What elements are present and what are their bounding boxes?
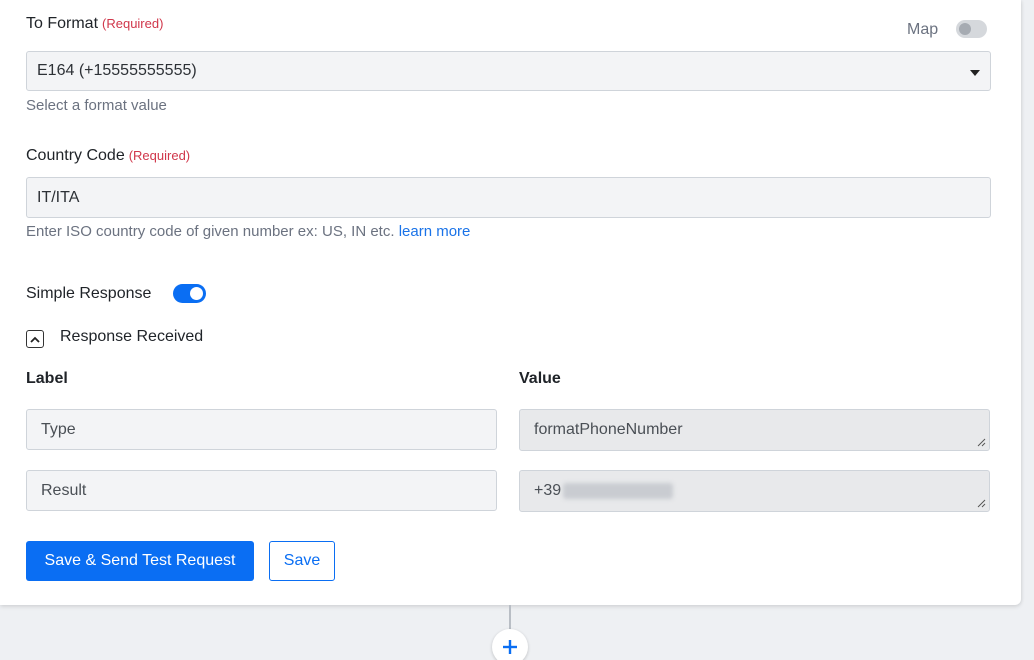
response-value-text: +39 (534, 482, 562, 499)
resize-handle-icon[interactable] (976, 498, 986, 508)
response-received-title: Response Received (60, 328, 204, 345)
map-label: Map (907, 21, 939, 38)
response-value-field[interactable]: formatPhoneNumber (519, 409, 990, 451)
to-format-help: Select a format value (26, 97, 167, 114)
to-format-label-row: To Format (Required) (26, 15, 163, 33)
country-code-help-text: Enter ISO country code of given number e… (26, 223, 395, 240)
country-code-input[interactable]: IT/ITA (26, 177, 991, 218)
country-code-label-row: Country Code (Required) (26, 147, 190, 165)
save-button[interactable]: Save (269, 541, 335, 581)
response-value-field[interactable]: +39 (519, 470, 990, 512)
response-label-field: Type (26, 409, 497, 450)
plus-icon (503, 640, 517, 654)
response-label-field: Result (26, 470, 497, 511)
response-label-text: Type (41, 420, 76, 438)
to-format-label: To Format (26, 15, 99, 32)
simple-response-toggle[interactable] (173, 284, 206, 303)
step-config-card: To Format (Required) Map E164 (+155555555… (0, 0, 1021, 605)
add-step-button[interactable] (492, 629, 528, 660)
country-code-label: Country Code (26, 147, 125, 164)
simple-response-label: Simple Response (26, 285, 152, 302)
learn-more-link[interactable]: learn more (399, 223, 471, 240)
chevron-down-icon (970, 70, 980, 76)
response-label-text: Result (41, 481, 87, 499)
label-column-header: Label (26, 370, 68, 387)
response-value-text: formatPhoneNumber (534, 421, 683, 438)
required-indicator: (Required) (128, 148, 191, 163)
to-format-select[interactable]: E164 (+15555555555) (26, 51, 991, 91)
value-column-header: Value (519, 370, 561, 387)
redacted-digits (563, 483, 674, 499)
chevron-up-icon (30, 336, 40, 343)
collapse-toggle-button[interactable] (26, 330, 44, 348)
to-format-selected-value: E164 (+15555555555) (37, 62, 197, 79)
country-code-help: Enter ISO country code of given number e… (26, 223, 470, 240)
map-toggle[interactable] (956, 20, 987, 38)
save-and-send-test-button[interactable]: Save & Send Test Request (26, 541, 254, 581)
country-code-value: IT/ITA (37, 188, 80, 206)
simple-response-toggle-knob (190, 287, 203, 300)
map-toggle-knob (959, 23, 971, 35)
resize-handle-icon[interactable] (976, 437, 986, 447)
required-indicator: (Required) (102, 16, 164, 31)
